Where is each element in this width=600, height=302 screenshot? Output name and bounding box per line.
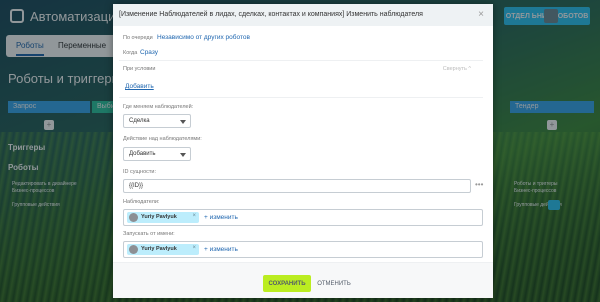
save-button[interactable]: СОХРАНИТЬ <box>263 275 311 292</box>
action-select-value: Добавить <box>129 151 156 157</box>
observers-field[interactable]: Yuriy Pavlyuk × + изменить <box>123 209 483 226</box>
run-as-label: Запускать от имени: <box>123 231 175 237</box>
where-select[interactable]: Сделка <box>123 114 191 128</box>
avatar <box>129 245 138 254</box>
action-label: Действие над наблюдателями: <box>123 136 202 142</box>
action-select[interactable]: Добавить <box>123 147 191 161</box>
when-value-link[interactable]: Сразу <box>140 49 158 56</box>
where-select-value: Сделка <box>129 118 150 124</box>
collapse-link[interactable]: Свернуть ^ <box>443 66 471 72</box>
queue-value-link[interactable]: Независимо от других роботов <box>157 34 250 41</box>
avatar <box>129 213 138 222</box>
run-as-field[interactable]: Yuriy Pavlyuk × + изменить <box>123 241 483 258</box>
observer-name: Yuriy Pavlyuk <box>141 214 177 220</box>
chevron-down-icon <box>180 120 186 124</box>
observers-label: Наблюдатели: <box>123 199 160 205</box>
add-condition-link[interactable]: Добавить <box>125 83 154 90</box>
dialog-header: [Изменение Наблюдателей в лидах, сделках… <box>113 4 493 26</box>
add-observer-link[interactable]: + изменить <box>204 214 238 221</box>
dialog-body: По очереди Независимо от других роботов … <box>113 26 493 262</box>
entity-id-label: ID сущности: <box>123 169 157 175</box>
run-as-name: Yuriy Pavlyuk <box>141 246 177 252</box>
add-run-as-link[interactable]: + изменить <box>204 246 238 253</box>
dialog-footer: СОХРАНИТЬ ОТМЕНИТЬ <box>113 262 493 298</box>
chevron-down-icon <box>180 153 186 157</box>
cancel-button[interactable]: ОТМЕНИТЬ <box>317 275 351 292</box>
condition-label: При условии <box>123 66 156 72</box>
run-as-chip: Yuriy Pavlyuk × <box>127 244 199 255</box>
when-label: Когда <box>123 50 138 56</box>
observer-chip: Yuriy Pavlyuk × <box>127 212 199 223</box>
where-label: Где меняем наблюдателей: <box>123 104 194 110</box>
remove-user-icon[interactable]: × <box>192 213 196 219</box>
dialog-title: [Изменение Наблюдателей в лидах, сделках… <box>119 11 423 18</box>
close-icon[interactable]: × <box>473 7 489 23</box>
more-icon[interactable]: ••• <box>475 180 483 189</box>
entity-id-input[interactable]: {{ID}} <box>123 179 471 193</box>
robot-settings-dialog: [Изменение Наблюдателей в лидах, сделках… <box>113 4 493 298</box>
condition-section: При условии Свернуть ^ Добавить <box>119 60 483 98</box>
remove-user-icon[interactable]: × <box>192 245 196 251</box>
queue-label: По очереди <box>123 35 153 41</box>
